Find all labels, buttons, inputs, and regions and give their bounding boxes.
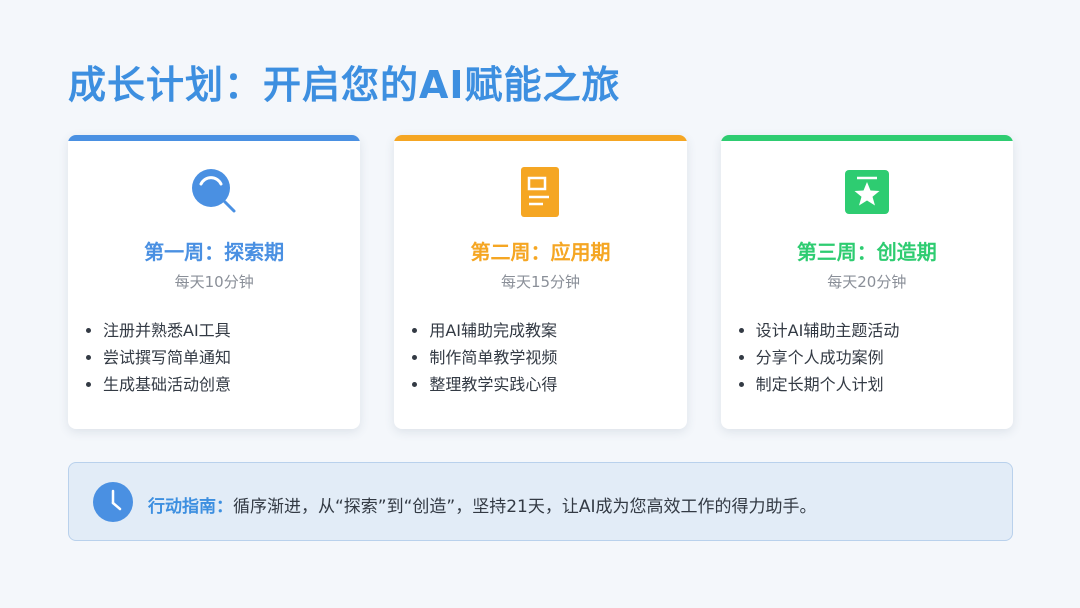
list-item: 用AI辅助完成教案 (412, 317, 557, 344)
task-list: 注册并熟悉AI工具 尝试撰写简单通知 生成基础活动创意 (86, 317, 231, 398)
task-text: 尝试撰写简单通知 (103, 348, 232, 367)
task-text: 制定长期个人计划 (755, 375, 884, 394)
guide-label: 行动指南： (148, 497, 233, 517)
plan-cards: 第一周：探索期 每天10分钟 注册并熟悉AI工具 尝试撰写简单通知 生成基础活动… (68, 135, 1013, 429)
list-item: 整理教学实践心得 (412, 371, 557, 398)
task-text: 整理教学实践心得 (429, 375, 558, 394)
bullet-icon (412, 327, 418, 333)
bullet-icon (738, 327, 744, 333)
star-badge-icon (842, 167, 892, 217)
guide-body: 循序渐进，从“探索”到“创造”，坚持21天，让AI成为您高效工作的得力助手。 (233, 497, 817, 517)
magnifier-icon (189, 167, 239, 217)
list-item: 生成基础活动创意 (86, 371, 231, 398)
task-list: 用AI辅助完成教案 制作简单教学视频 整理教学实践心得 (412, 317, 557, 398)
daily-time: 每天20分钟 (827, 273, 907, 291)
daily-time: 每天15分钟 (500, 273, 581, 291)
task-text: 设计AI辅助主题活动 (755, 321, 900, 340)
clock-icon (93, 482, 133, 522)
list-item: 分享个人成功案例 (738, 344, 900, 371)
bullet-icon (738, 354, 744, 360)
week-title: 第一周：探索期 (144, 240, 285, 264)
task-text: 注册并熟悉AI工具 (103, 321, 231, 340)
bullet-icon (738, 381, 744, 387)
card-week-2: 第二周：应用期 每天15分钟 用AI辅助完成教案 制作简单教学视频 整理教学实践… (394, 135, 687, 429)
task-text: 生成基础活动创意 (103, 375, 232, 394)
task-text: 分享个人成功案例 (755, 348, 884, 367)
bullet-icon (412, 381, 418, 387)
accent-bar (68, 135, 361, 141)
accent-bar (720, 135, 1013, 141)
page-title: 成长计划：开启您的AI赋能之旅 (68, 63, 621, 107)
task-text: 制作简单教学视频 (429, 348, 558, 367)
list-item: 注册并熟悉AI工具 (86, 317, 231, 344)
accent-bar (394, 135, 687, 141)
action-guide-banner: 行动指南：循序渐进，从“探索”到“创造”，坚持21天，让AI成为您高效工作的得力… (68, 462, 1013, 541)
bullet-icon (86, 354, 91, 360)
list-item: 尝试撰写简单通知 (86, 344, 231, 371)
card-week-3: 第三周：创造期 每天20分钟 设计AI辅助主题活动 分享个人成功案例 制定长期个… (720, 135, 1013, 429)
list-item: 设计AI辅助主题活动 (738, 317, 900, 344)
document-icon (515, 167, 565, 217)
list-item: 制定长期个人计划 (738, 371, 900, 398)
bullet-icon (86, 327, 91, 333)
daily-time: 每天10分钟 (174, 273, 254, 291)
week-title: 第三周：创造期 (796, 240, 937, 264)
task-list: 设计AI辅助主题活动 分享个人成功案例 制定长期个人计划 (738, 317, 900, 398)
week-title: 第二周：应用期 (470, 240, 611, 264)
guide-text: 行动指南：循序渐进，从“探索”到“创造”，坚持21天，让AI成为您高效工作的得力… (148, 492, 817, 517)
task-text: 用AI辅助完成教案 (429, 321, 557, 340)
card-week-1: 第一周：探索期 每天10分钟 注册并熟悉AI工具 尝试撰写简单通知 生成基础活动… (68, 135, 361, 429)
bullet-icon (412, 354, 418, 360)
bullet-icon (86, 381, 91, 387)
list-item: 制作简单教学视频 (412, 344, 557, 371)
